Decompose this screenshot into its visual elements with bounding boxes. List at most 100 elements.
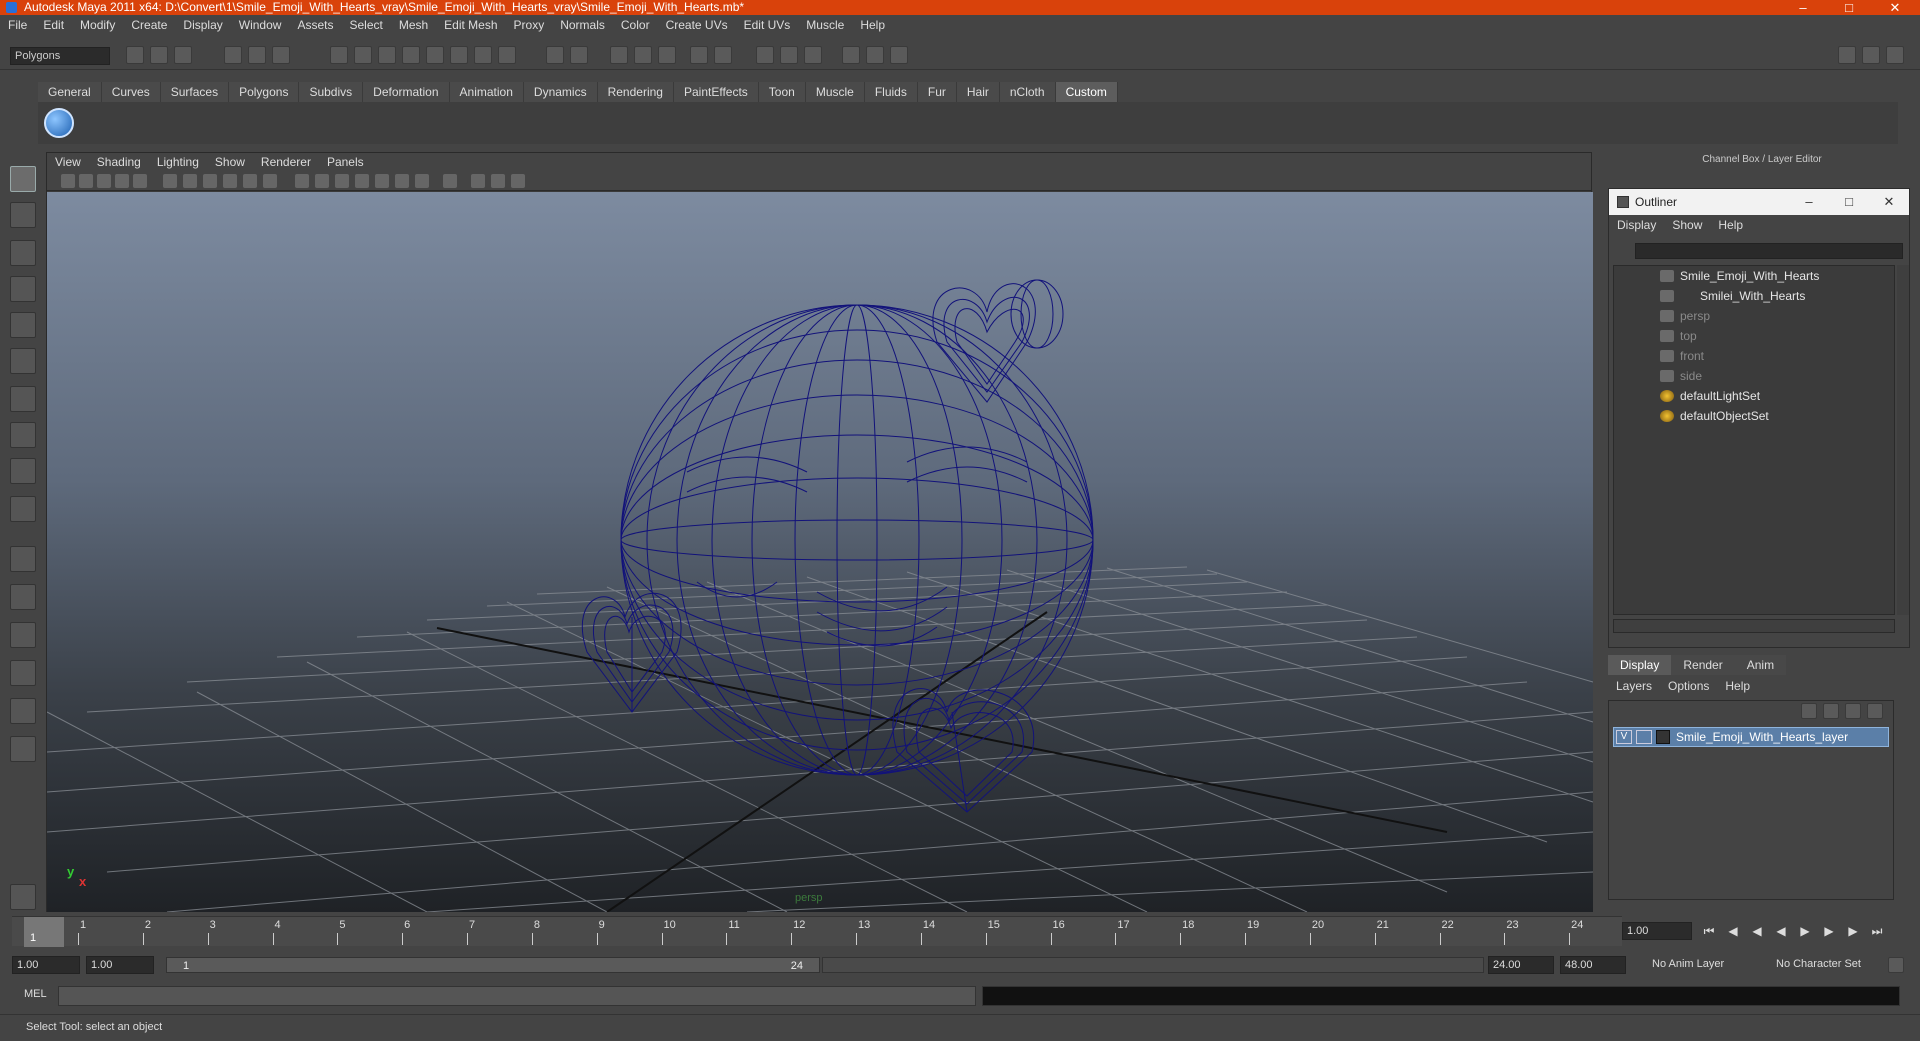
menu-set-selector[interactable]: Polygons (10, 47, 110, 65)
step-back-key-icon[interactable]: ◀ (1726, 924, 1740, 938)
wireframe-on-shaded-icon[interactable] (335, 174, 349, 188)
move-tool-icon[interactable] (10, 276, 36, 302)
menu-create[interactable]: Create (123, 15, 175, 35)
attribute-editor-icon[interactable] (866, 46, 884, 64)
xray-joints-icon[interactable] (491, 174, 505, 188)
uv-editor-icon[interactable] (842, 46, 860, 64)
outliner-menu-display[interactable]: Display (1609, 215, 1664, 235)
menu-help[interactable]: Help (852, 15, 893, 35)
play-forward-icon[interactable]: ▶ (1798, 924, 1812, 938)
anim-layer-selector[interactable]: No Anim Layer (1648, 956, 1754, 974)
mel-label[interactable]: MEL (24, 988, 47, 1000)
shelf-tab-fur[interactable]: Fur (917, 82, 957, 102)
soft-mod-tool-icon[interactable] (10, 422, 36, 448)
menu-file[interactable]: File (0, 15, 35, 35)
outliner-item[interactable]: top (1614, 326, 1894, 346)
smooth-shade-icon[interactable] (315, 174, 329, 188)
shelf-tab-painteffects[interactable]: PaintEffects (673, 82, 759, 102)
construction-history-icon[interactable] (474, 46, 492, 64)
select-object-icon[interactable] (248, 46, 266, 64)
shelf-tab-rendering[interactable]: Rendering (597, 82, 674, 102)
outliner-item[interactable]: side (1614, 366, 1894, 386)
playback-start-field[interactable]: 1.00 (86, 956, 154, 974)
layer-row[interactable]: V Smile_Emoji_With_Hearts_layer (1613, 727, 1889, 747)
gate-mask-icon[interactable] (203, 174, 217, 188)
play-backward-icon[interactable]: ◀ (1774, 924, 1788, 938)
snap-live-icon[interactable] (426, 46, 444, 64)
playback-end-field[interactable]: 24.00 (1488, 956, 1554, 974)
new-scene-icon[interactable] (126, 46, 144, 64)
outliner-item[interactable]: Smile_Emoji_With_Hearts (1614, 266, 1894, 286)
shelf-tab-subdivs[interactable]: Subdivs (299, 82, 364, 102)
graph-layout-icon[interactable] (10, 660, 36, 686)
select-camera-icon[interactable] (61, 174, 75, 188)
shelf-tab-muscle[interactable]: Muscle (805, 82, 865, 102)
outliner-maximize-button[interactable]: □ (1829, 189, 1869, 215)
end-time-field[interactable]: 48.00 (1560, 956, 1626, 974)
minimize-button[interactable]: – (1780, 0, 1826, 15)
graph-icon[interactable] (804, 46, 822, 64)
show-manipulator-icon[interactable] (10, 458, 36, 484)
camera-attributes-icon[interactable] (79, 174, 93, 188)
shelf-tab-polygons[interactable]: Polygons (229, 82, 300, 102)
isolate-select-icon[interactable] (443, 174, 457, 188)
shelf-tab-animation[interactable]: Animation (449, 82, 524, 102)
menu-proxy[interactable]: Proxy (506, 15, 553, 35)
vp-menu-renderer[interactable]: Renderer (253, 153, 319, 171)
shelf-tab-dynamics[interactable]: Dynamics (523, 82, 598, 102)
snap-grid-icon[interactable] (330, 46, 348, 64)
menu-assets[interactable]: Assets (289, 15, 341, 35)
outliner-close-button[interactable]: ✕ (1869, 189, 1909, 215)
menu-create-uvs[interactable]: Create UVs (658, 15, 736, 35)
safe-action-icon[interactable] (243, 174, 257, 188)
xray-icon[interactable] (471, 174, 485, 188)
outliner-horizontal-scrollbar[interactable] (1613, 619, 1895, 633)
high-quality-icon[interactable] (415, 174, 429, 188)
menu-muscle[interactable]: Muscle (798, 15, 852, 35)
outliner-item[interactable]: front (1614, 346, 1894, 366)
select-component-icon[interactable] (272, 46, 290, 64)
help-icon[interactable] (498, 46, 516, 64)
paint-select-tool-icon[interactable] (10, 240, 36, 266)
safe-title-icon[interactable] (263, 174, 277, 188)
menu-mesh[interactable]: Mesh (391, 15, 436, 35)
use-all-lights-icon[interactable] (375, 174, 389, 188)
outliner-vertical-scrollbar[interactable] (1897, 265, 1909, 615)
menu-modify[interactable]: Modify (72, 15, 123, 35)
layer-visibility-toggle[interactable]: V (1616, 730, 1632, 744)
layer-menu-layers[interactable]: Layers (1608, 676, 1660, 696)
image-plane-icon[interactable] (115, 174, 129, 188)
snap-curve-icon[interactable] (354, 46, 372, 64)
wireframe-icon[interactable] (295, 174, 309, 188)
select-hierarchy-icon[interactable] (224, 46, 242, 64)
shadows-icon[interactable] (395, 174, 409, 188)
shelf-tab-general[interactable]: General (38, 82, 102, 102)
layer-menu-help[interactable]: Help (1717, 676, 1758, 696)
render-view-icon[interactable] (714, 46, 732, 64)
hand-icon[interactable] (10, 884, 36, 910)
close-button[interactable]: ✕ (1872, 0, 1918, 15)
field-chart-icon[interactable] (223, 174, 237, 188)
menu-edit-uvs[interactable]: Edit UVs (736, 15, 799, 35)
input-ops-icon[interactable] (546, 46, 564, 64)
open-scene-icon[interactable] (150, 46, 168, 64)
shelf-tab-toon[interactable]: Toon (758, 82, 806, 102)
move-layer-up-icon[interactable] (1801, 703, 1817, 719)
viewport-panel[interactable]: View Shading Lighting Show Renderer Panels (46, 152, 1594, 913)
layer-menu-options[interactable]: Options (1660, 676, 1717, 696)
render-settings-icon[interactable] (658, 46, 676, 64)
go-to-start-icon[interactable]: ⏮ (1702, 924, 1716, 938)
custom-layout-icon[interactable] (10, 736, 36, 762)
show-channel-box-icon[interactable] (1886, 46, 1904, 64)
outliner-item[interactable]: defaultObjectSet (1614, 406, 1894, 426)
checkmark-icon[interactable] (44, 108, 74, 138)
menu-select[interactable]: Select (341, 15, 390, 35)
shelf-tab-custom[interactable]: Custom (1055, 82, 1118, 102)
maximize-button[interactable]: □ (1826, 0, 1872, 15)
start-time-field[interactable]: 1.00 (12, 956, 80, 974)
vp-menu-show[interactable]: Show (207, 153, 253, 171)
menu-edit[interactable]: Edit (35, 15, 72, 35)
snap-plane-icon[interactable] (402, 46, 420, 64)
vp-menu-view[interactable]: View (47, 153, 89, 171)
tool-settings-icon[interactable] (890, 46, 908, 64)
